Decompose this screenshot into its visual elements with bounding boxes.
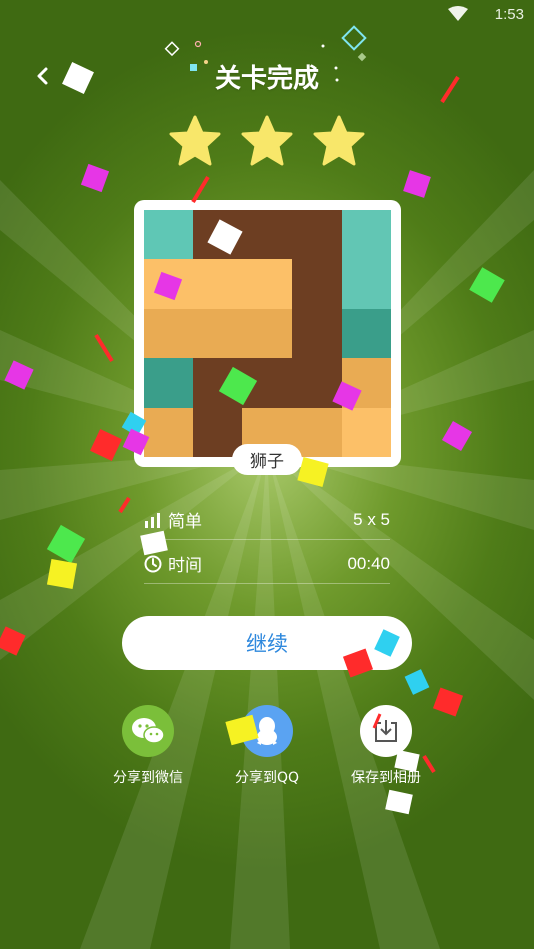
confetti-piece: [0, 626, 26, 656]
download-icon: [375, 720, 397, 742]
confetti-piece: [46, 558, 78, 590]
save-album-button[interactable]: 保存到相册: [326, 705, 446, 795]
time-value: 00:40: [347, 553, 390, 573]
share-qq-button[interactable]: 分享到QQ: [207, 705, 327, 795]
qq-icon-circle: [241, 705, 293, 757]
star-icon: [241, 115, 293, 166]
time-label: 时间: [168, 556, 202, 576]
puzzle-tile: [342, 358, 391, 408]
status-bar: 1:53: [0, 0, 534, 30]
puzzle-tile: [144, 358, 193, 408]
confetti-piece: [4, 360, 34, 390]
confetti-piece: [80, 163, 110, 193]
confetti-piece: [46, 524, 86, 564]
puzzle-tile: [342, 408, 391, 457]
clock-icon: [144, 555, 162, 572]
qq-icon: [257, 717, 277, 745]
wifi-icon: [448, 6, 468, 21]
confetti-piece: [321, 44, 325, 48]
puzzle-tile: [342, 210, 391, 309]
save-album-label: 保存到相册: [351, 770, 421, 786]
confetti-piece: [94, 333, 114, 363]
puzzle-tile: [193, 210, 342, 259]
confetti-piece: [341, 25, 367, 51]
puzzle-tile: [144, 408, 193, 457]
star-icon: [313, 115, 365, 166]
puzzle-tile: [144, 210, 193, 259]
confetti-piece: [164, 41, 180, 57]
share-wechat-button[interactable]: 分享到微信: [88, 705, 208, 795]
puzzle-tile: [144, 309, 292, 358]
bar-chart-icon: [145, 512, 160, 528]
download-icon-circle: [360, 705, 412, 757]
confetti-piece: [441, 420, 473, 452]
difficulty-label: 简单: [168, 512, 202, 532]
time-row: 时间 00:40: [144, 544, 390, 584]
grid-size-value: 5 x 5: [353, 509, 390, 529]
puzzle-name-tag: 狮子: [232, 444, 302, 475]
wechat-icon: [132, 718, 165, 744]
status-time: 1:53: [494, 6, 524, 23]
confetti-piece: [404, 669, 430, 695]
star-rating: [167, 114, 367, 168]
difficulty-row: 简单 5 x 5: [144, 500, 390, 540]
star-icon: [169, 115, 221, 166]
puzzle-tile: [292, 259, 342, 409]
confetti-piece: [118, 496, 131, 514]
confetti-piece: [403, 170, 431, 198]
page-title: 关卡完成: [214, 64, 319, 94]
puzzle-tile: [342, 309, 391, 358]
confetti-piece: [90, 429, 122, 461]
confetti-piece: [469, 267, 505, 303]
share-wechat-label: 分享到微信: [113, 770, 183, 786]
puzzle-grid: [144, 210, 391, 457]
confetti-piece: [194, 40, 202, 48]
puzzle-image-card: [134, 200, 401, 467]
share-qq-label: 分享到QQ: [234, 770, 300, 786]
confetti-piece: [191, 175, 210, 204]
wechat-icon-circle: [122, 705, 174, 757]
puzzle-tile: [144, 259, 292, 309]
continue-button[interactable]: 继续: [122, 616, 412, 670]
